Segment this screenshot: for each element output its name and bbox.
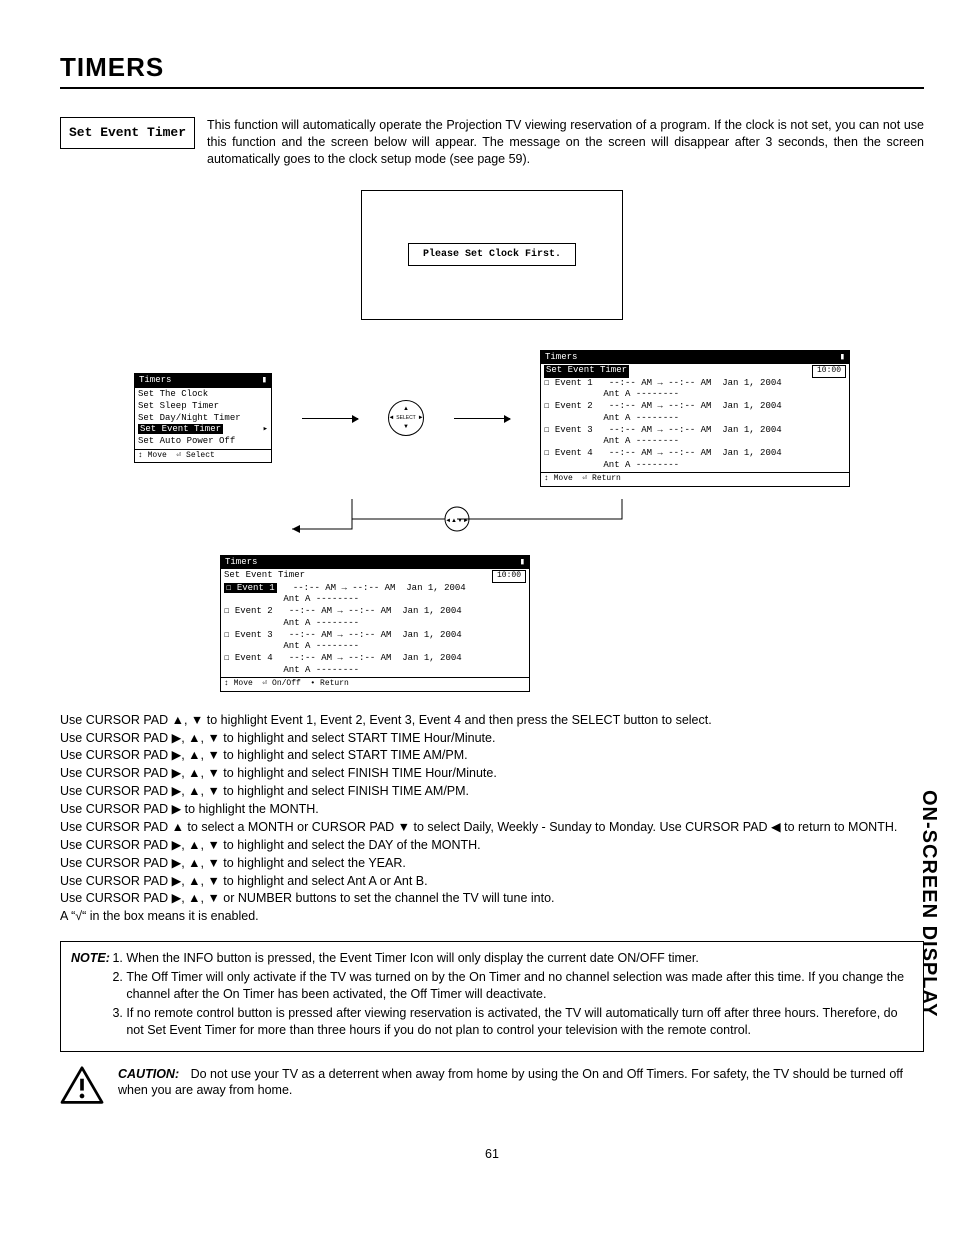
arrow-right-icon	[302, 418, 358, 419]
event-timer-osd-b: Timers▮ Set Event Timer 10:00 ☐ Event 1 …	[220, 555, 530, 692]
diagram-row-2: Timers▮ Set The ClockSet Sleep TimerSet …	[60, 350, 924, 487]
caution-label: CAUTION:	[118, 1067, 179, 1081]
note-box: NOTE: When the INFO button is pressed, t…	[60, 941, 924, 1051]
intro-row: Set Event Timer This function will autom…	[60, 117, 924, 168]
note-label: NOTE:	[71, 950, 110, 1040]
clock-first-screen: Please Set Clock First.	[361, 190, 623, 320]
event-timer-osd-a: Timers▮ Set Event Timer 10:00 ☐ Event 1 …	[540, 350, 850, 487]
caution-row: CAUTION: Do not use your TV as a deterre…	[60, 1066, 924, 1111]
caution-text: Do not use your TV as a deterrent when a…	[118, 1067, 903, 1098]
section-tag: Set Event Timer	[60, 117, 195, 149]
instructions: Use CURSOR PAD ▲, ▼ to highlight Event 1…	[60, 712, 924, 926]
timers-menu-osd: Timers▮ Set The ClockSet Sleep TimerSet …	[134, 373, 272, 463]
side-label: ON-SCREEN DISPLAY	[915, 790, 942, 1017]
note-list: When the INFO button is pressed, the Eve…	[110, 950, 913, 1040]
intro-text: This function will automatically operate…	[207, 117, 924, 168]
page-title: TIMERS	[60, 50, 924, 85]
diagram-area: Please Set Clock First. Timers▮ Set The …	[60, 190, 924, 692]
osd-footer: ↕ Move ⏎ Select	[135, 449, 271, 462]
svg-text:◄▲▼►: ◄▲▼►	[445, 518, 469, 524]
page-number: 61	[60, 1146, 924, 1163]
diagram-row-3: Timers▮ Set Event Timer 10:00 ☐ Event 1 …	[220, 555, 924, 692]
select-button[interactable]: ▲ ◄SELECT► ▼	[388, 400, 424, 436]
clock-first-msg: Please Set Clock First.	[408, 243, 576, 267]
caution-icon	[60, 1066, 104, 1111]
arrow-right-icon	[454, 418, 510, 419]
osd-header: Timers	[139, 375, 171, 387]
diagram-connectors: ◄▲▼►	[60, 499, 924, 549]
title-rule	[60, 87, 924, 89]
